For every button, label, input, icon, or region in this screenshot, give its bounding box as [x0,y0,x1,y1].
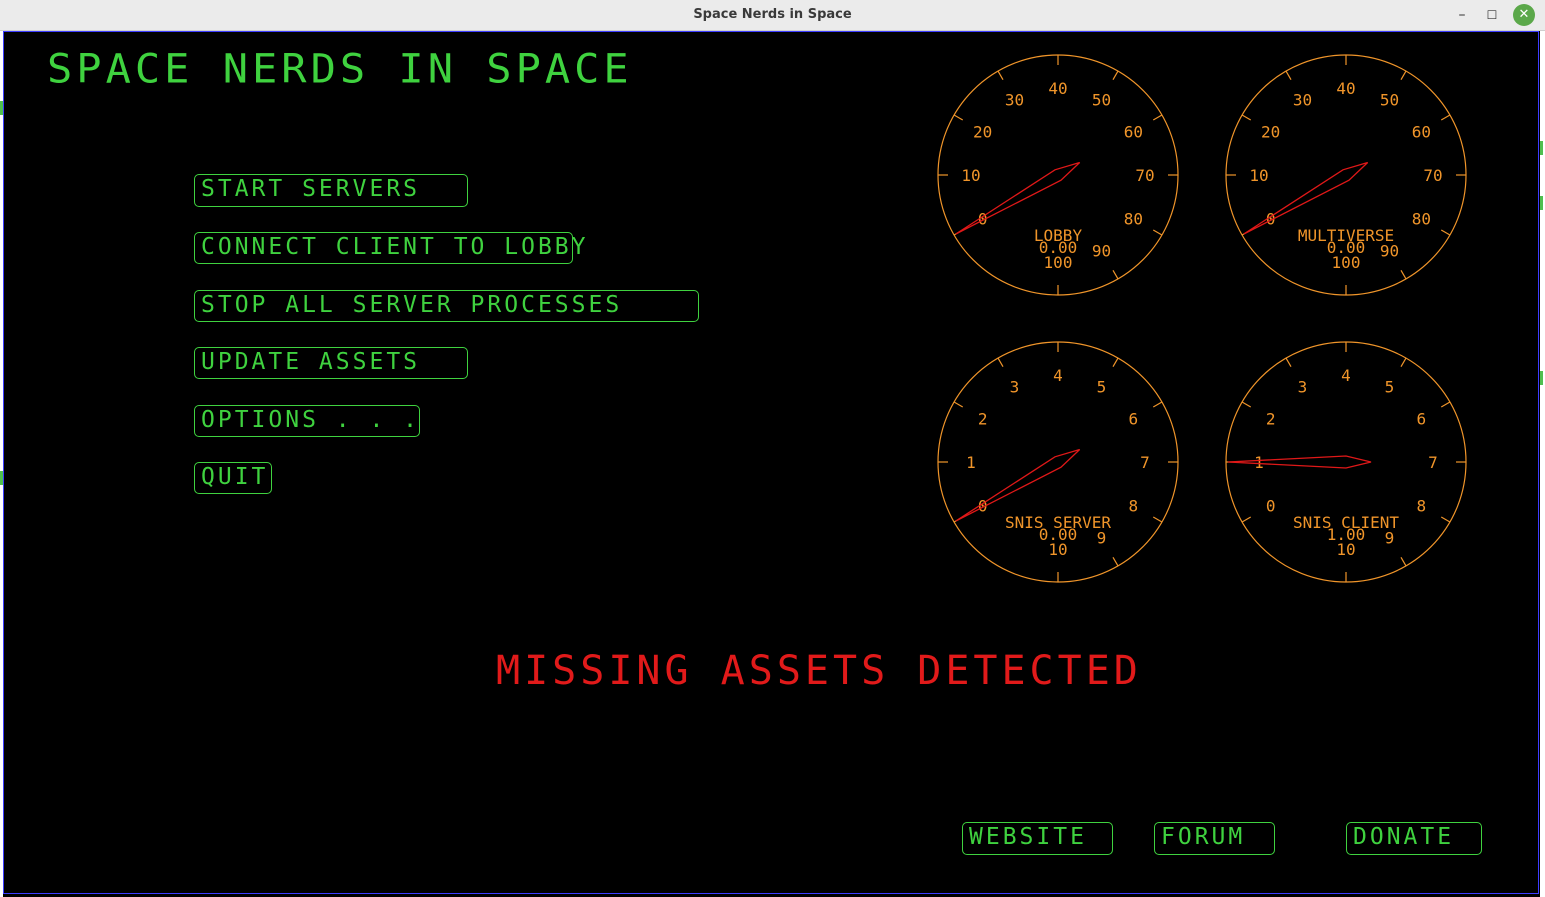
close-icon[interactable]: ✕ [1513,4,1535,26]
quit-label: QUIT [201,464,269,490]
minimize-icon[interactable]: – [1451,4,1473,26]
desktop-edge-mark [1540,196,1543,210]
stop-all-servers-label: STOP ALL SERVER PROCESSES [201,292,623,318]
maximize-icon[interactable]: ☐ [1481,4,1503,26]
website-button[interactable]: WEBSITE [962,822,1113,855]
donate-button[interactable]: DONATE [1346,822,1482,855]
forum-button[interactable]: FORUM [1154,822,1275,855]
start-servers-button[interactable]: START SERVERS [194,174,468,207]
app-title: SPACE NERDS IN SPACE [47,45,633,92]
desktop-edge-mark [1540,371,1543,385]
connect-client-label: CONNECT CLIENT TO LOBBY [201,234,589,260]
options-label: OPTIONS . . . [201,407,421,433]
missing-assets-warning: MISSING ASSETS DETECTED [496,648,1142,694]
forum-label: FORUM [1161,824,1246,850]
update-assets-label: UPDATE ASSETS [201,349,421,375]
connect-client-button[interactable]: CONNECT CLIENT TO LOBBY [194,232,586,264]
website-label: WEBSITE [969,824,1087,850]
window-titlebar: Space Nerds in Space – ☐ ✕ [0,0,1545,31]
update-assets-button[interactable]: UPDATE ASSETS [194,347,468,379]
stop-all-servers-button[interactable]: STOP ALL SERVER PROCESSES [194,290,699,322]
window-title: Space Nerds in Space [693,7,852,22]
quit-button[interactable]: QUIT [194,462,272,494]
start-servers-label: START SERVERS [201,176,421,202]
desktop-edge-mark [1540,141,1543,155]
donate-label: DONATE [1353,824,1455,850]
desktop-edge-right [1540,31,1545,897]
options-button[interactable]: OPTIONS . . . [194,405,420,437]
